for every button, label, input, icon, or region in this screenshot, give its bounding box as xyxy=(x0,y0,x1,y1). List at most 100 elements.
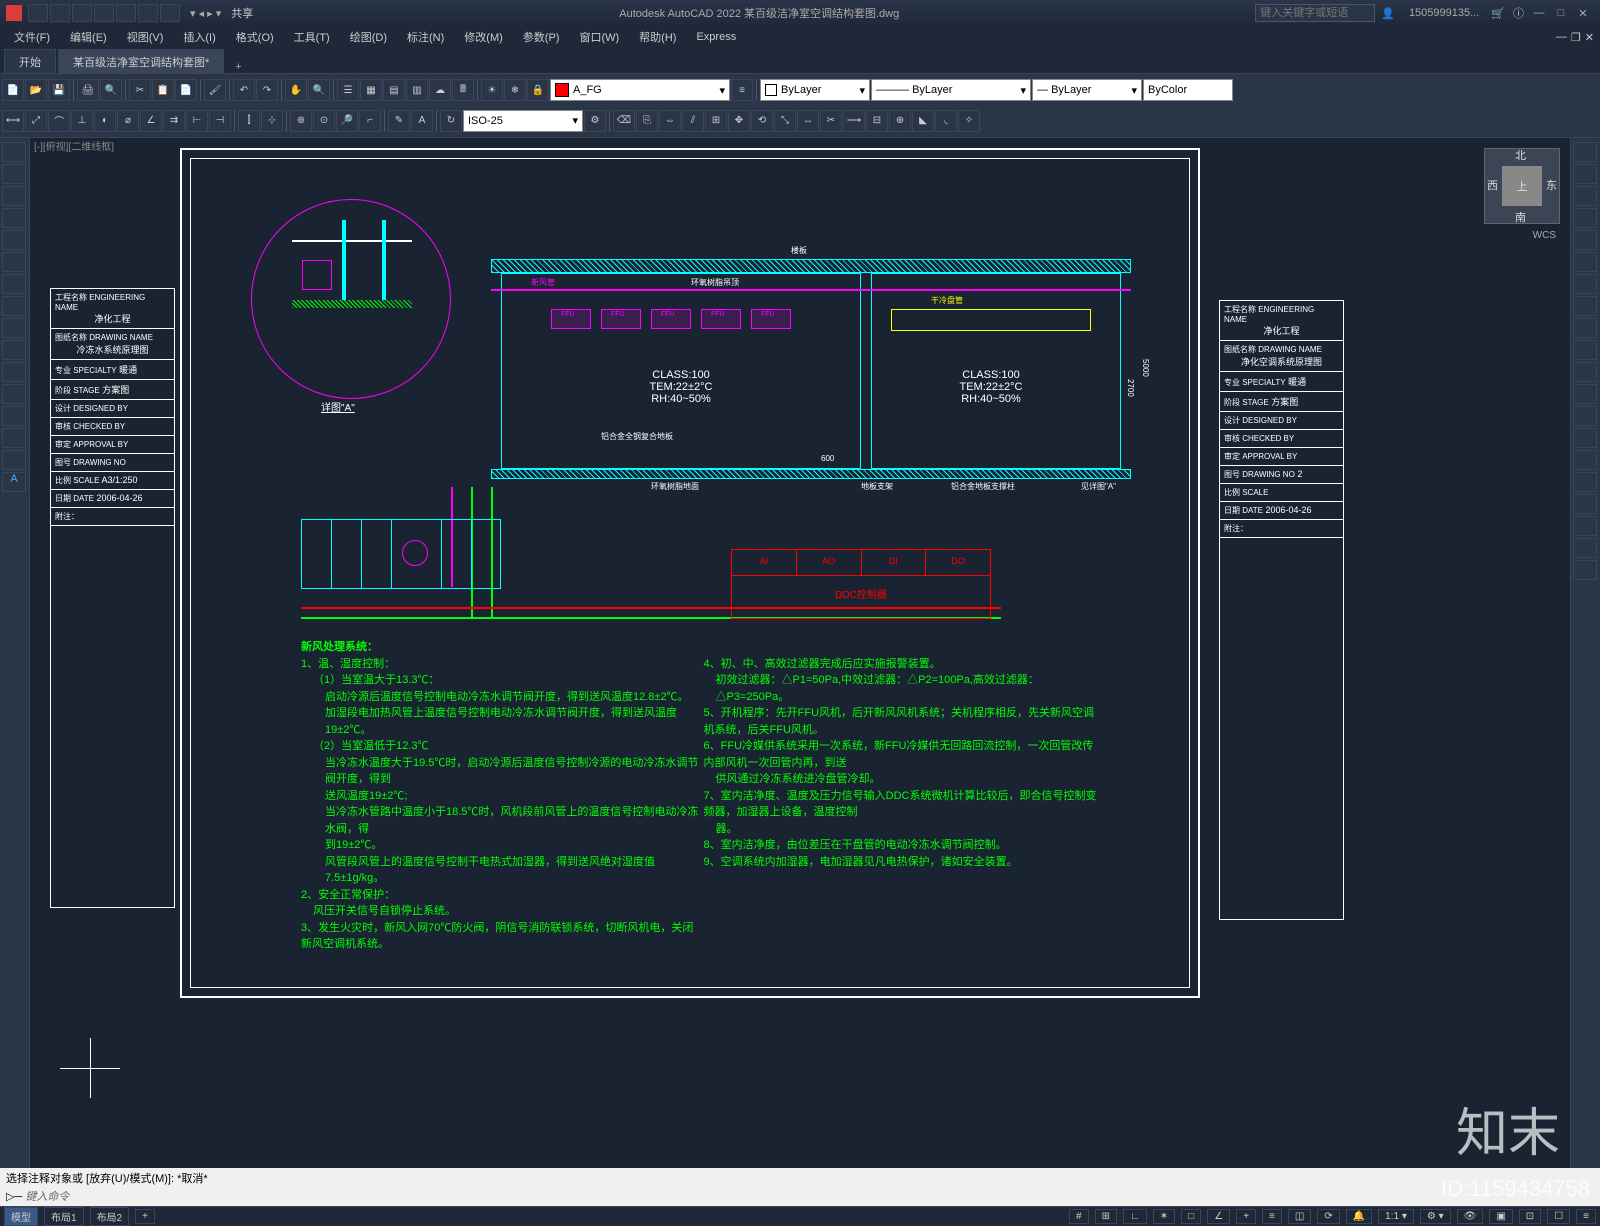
menu-view[interactable]: 视图(V) xyxy=(119,27,172,47)
tab-drawing[interactable]: 某百级洁净室空调结构套图* xyxy=(58,49,224,73)
menu-tools[interactable]: 工具(T) xyxy=(286,27,338,47)
doc-restore-button[interactable]: ❐ xyxy=(1571,31,1581,44)
draw-region-icon[interactable] xyxy=(2,406,26,426)
tool-preview-icon[interactable]: 🔍 xyxy=(100,79,122,101)
qat-redo-icon[interactable] xyxy=(160,4,180,22)
status-clean-icon[interactable]: ☐ xyxy=(1547,1209,1570,1224)
tool-pan-icon[interactable]: ✋ xyxy=(285,79,307,101)
linetype-combo[interactable]: ——— ByLayer▾ xyxy=(871,79,1031,101)
tool-ssm-icon[interactable]: ▥ xyxy=(406,79,428,101)
dim-diam-icon[interactable]: ⌀ xyxy=(117,110,139,132)
osnap-set-icon[interactable] xyxy=(1573,560,1597,580)
draw-circle-icon[interactable] xyxy=(2,252,26,272)
qat-save-icon[interactable] xyxy=(72,4,92,22)
help-icon[interactable]: ⓘ xyxy=(1513,5,1524,21)
tool-dc-icon[interactable]: ▦ xyxy=(360,79,382,101)
viewport-label[interactable]: [-][俯视][二维线框] xyxy=(34,138,114,153)
tool-markup-icon[interactable]: ☁ xyxy=(429,79,451,101)
dim-baseline-icon[interactable]: ⊢ xyxy=(186,110,208,132)
tolerance-icon[interactable]: ⊕ xyxy=(290,110,312,132)
status-transp-icon[interactable]: ◫ xyxy=(1288,1209,1311,1224)
status-ortho-icon[interactable]: ∟ xyxy=(1123,1209,1147,1224)
tab-layout1[interactable]: 布局1 xyxy=(44,1207,84,1226)
status-polar-icon[interactable]: ✶ xyxy=(1153,1209,1175,1224)
mod-move-icon[interactable]: ✥ xyxy=(728,110,750,132)
mod-offset-icon[interactable]: ⫽ xyxy=(682,110,704,132)
tool-undo-icon[interactable]: ↶ xyxy=(233,79,255,101)
dim-arc-icon[interactable]: ⌒ xyxy=(48,110,70,132)
status-anno-icon[interactable]: 🔔 xyxy=(1346,1209,1372,1224)
status-grid-icon[interactable]: # xyxy=(1069,1209,1089,1224)
layer-freeze-icon[interactable]: ❄ xyxy=(504,79,526,101)
nav-orbit-icon[interactable] xyxy=(1573,230,1597,250)
mod-stretch-icon[interactable]: ↔ xyxy=(797,110,819,132)
draw-rect-icon[interactable] xyxy=(2,208,26,228)
draw-ellipse-icon[interactable] xyxy=(2,296,26,316)
menu-window[interactable]: 窗口(W) xyxy=(571,27,627,47)
tool-new-icon[interactable]: 📄 xyxy=(2,79,24,101)
dim-break-icon[interactable]: ⊹ xyxy=(261,110,283,132)
draw-block-icon[interactable] xyxy=(2,318,26,338)
layer-manager-icon[interactable]: ≡ xyxy=(731,79,753,101)
draw-spline-icon[interactable] xyxy=(2,274,26,294)
osnap-end-icon[interactable] xyxy=(1573,274,1597,294)
draw-gradient-icon[interactable] xyxy=(2,384,26,404)
color-combo[interactable]: ByLayer▾ xyxy=(760,79,870,101)
menu-parametric[interactable]: 参数(P) xyxy=(515,27,568,47)
close-button[interactable]: ✕ xyxy=(1572,4,1594,22)
wcs-label[interactable]: WCS xyxy=(1533,230,1556,241)
user-avatar-icon[interactable]: 👤 xyxy=(1381,7,1395,20)
menu-express[interactable]: Express xyxy=(688,29,744,45)
tab-start[interactable]: 开始 xyxy=(4,49,56,73)
dimstyle-combo[interactable]: ISO-25▾ xyxy=(463,110,583,132)
inspect-icon[interactable]: 🔎 xyxy=(336,110,358,132)
tool-redo-icon[interactable]: ↷ xyxy=(256,79,278,101)
minimize-button[interactable]: — xyxy=(1528,4,1550,22)
nav-show-icon[interactable] xyxy=(1573,252,1597,272)
mod-erase-icon[interactable]: ⌫ xyxy=(613,110,635,132)
layer-combo[interactable]: A_FG ▾ xyxy=(550,79,730,101)
mod-chamfer-icon[interactable]: ◣ xyxy=(912,110,934,132)
center-icon[interactable]: ⊙ xyxy=(313,110,335,132)
qat-saveas-icon[interactable] xyxy=(94,4,114,22)
tool-tp-icon[interactable]: ▤ xyxy=(383,79,405,101)
dim-radial-icon[interactable]: ◐ xyxy=(94,110,116,132)
dim-aligned-icon[interactable]: ⤢ xyxy=(25,110,47,132)
draw-point-icon[interactable] xyxy=(2,340,26,360)
menu-format[interactable]: 格式(O) xyxy=(228,27,282,47)
nav-full-icon[interactable] xyxy=(1573,142,1597,162)
tool-plot-icon[interactable]: 🖨 xyxy=(77,79,99,101)
lineweight-combo[interactable]: — ByLayer▾ xyxy=(1032,79,1142,101)
tool-cut-icon[interactable]: ✂ xyxy=(129,79,151,101)
draw-text-icon[interactable]: A xyxy=(2,472,26,492)
osnap-mid-icon[interactable] xyxy=(1573,296,1597,316)
menu-modify[interactable]: 修改(M) xyxy=(456,27,511,47)
mod-break-icon[interactable]: ⊟ xyxy=(866,110,888,132)
dim-continue-icon[interactable]: ⊣ xyxy=(209,110,231,132)
dim-ordinate-icon[interactable]: ⊥ xyxy=(71,110,93,132)
nav-pan-icon[interactable] xyxy=(1573,186,1597,206)
command-line[interactable]: 选择注释对象或 [放弃(U)/模式(M)]: *取消* ▷─ 键入命令 xyxy=(0,1168,1600,1206)
tool-props-icon[interactable]: ☰ xyxy=(337,79,359,101)
nav-steering-icon[interactable] xyxy=(1573,164,1597,184)
dimupdate-icon[interactable]: ↻ xyxy=(440,110,462,132)
dimtedit-icon[interactable]: A xyxy=(411,110,433,132)
nav-zoom-icon[interactable] xyxy=(1573,208,1597,228)
menu-dimension[interactable]: 标注(N) xyxy=(399,27,452,47)
mod-copy-icon[interactable]: ⎘ xyxy=(636,110,658,132)
status-otrack-icon[interactable]: ∠ xyxy=(1207,1209,1230,1224)
tab-new-button[interactable]: + xyxy=(226,61,250,73)
status-dyn-icon[interactable]: + xyxy=(1236,1209,1256,1224)
draw-table-icon[interactable] xyxy=(2,428,26,448)
draw-arc-icon[interactable] xyxy=(2,230,26,250)
tool-save-icon[interactable]: 💾 xyxy=(48,79,70,101)
mod-rotate-icon[interactable]: ⟲ xyxy=(751,110,773,132)
command-input[interactable]: 键入命令 xyxy=(25,1191,69,1203)
draw-mtext-icon[interactable] xyxy=(2,450,26,470)
osnap-cen-icon[interactable] xyxy=(1573,362,1597,382)
viewcube-top[interactable]: 上 xyxy=(1502,166,1542,206)
dim-linear-icon[interactable]: ⟷ xyxy=(2,110,24,132)
qat-open-icon[interactable] xyxy=(50,4,70,22)
dim-quick-icon[interactable]: ⇉ xyxy=(163,110,185,132)
jog-icon[interactable]: ⌐ xyxy=(359,110,381,132)
